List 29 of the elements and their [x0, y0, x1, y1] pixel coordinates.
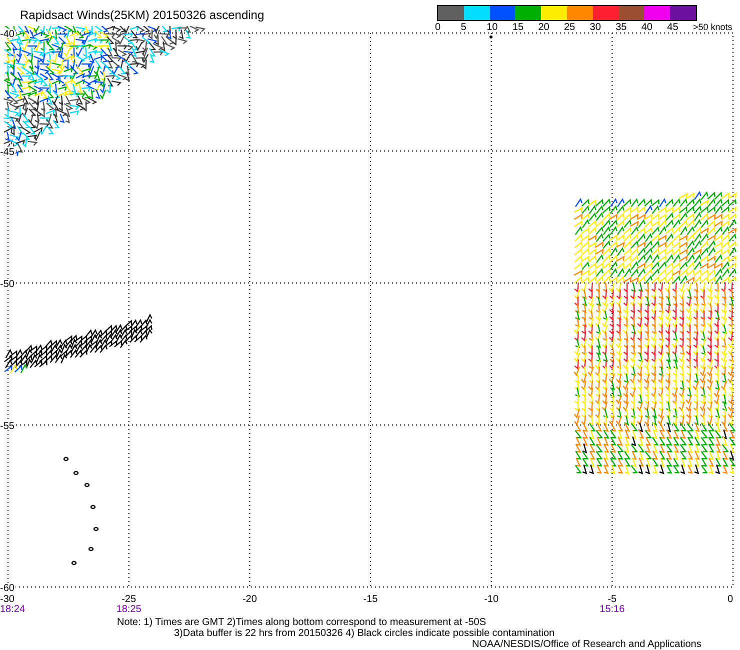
island-mark-icon	[490, 36, 492, 38]
longitude-label: -5	[608, 594, 617, 605]
chart-title: Rapidsact Winds(25KM) 20150326 ascending	[20, 8, 264, 24]
credit-text: NOAA/NESDIS/Office of Research and Applications	[472, 639, 702, 650]
legend-label: 45	[667, 22, 680, 33]
longitude-label: -15	[363, 594, 378, 605]
longitude-label: -30	[0, 594, 14, 605]
longitude-label: -10	[484, 594, 499, 605]
longitude-label: 0	[727, 594, 733, 605]
legend-label: 10	[486, 22, 499, 33]
legend-label: 5	[460, 22, 468, 33]
note-text: 3)Data buffer is 22 hrs from 20150326 4) Black circles indicate possible contamination	[174, 628, 556, 639]
latitude-label: -50	[0, 279, 14, 290]
legend-label: 15	[512, 22, 525, 33]
longitude-label: -20	[242, 594, 257, 605]
time-label: 15:16	[600, 604, 625, 615]
time-label: 18:24	[0, 604, 26, 615]
longitude-label: -25	[122, 594, 136, 605]
legend-label: 40	[641, 22, 654, 33]
note-text: Note: 1) Times are GMT 2)Times along bottom correspond to measurement at -50S	[117, 617, 488, 628]
latitude-label: -60	[0, 583, 14, 594]
legend-label: 25	[564, 22, 576, 33]
legend-label: 0	[435, 22, 442, 33]
time-label: 18:25	[116, 604, 142, 615]
legend-label: 30	[590, 22, 602, 33]
latitude-label: -55	[0, 421, 14, 432]
legend-label: 20	[538, 22, 550, 33]
legend-label: >50 knots	[692, 22, 732, 33]
legend-label: 35	[616, 22, 628, 33]
